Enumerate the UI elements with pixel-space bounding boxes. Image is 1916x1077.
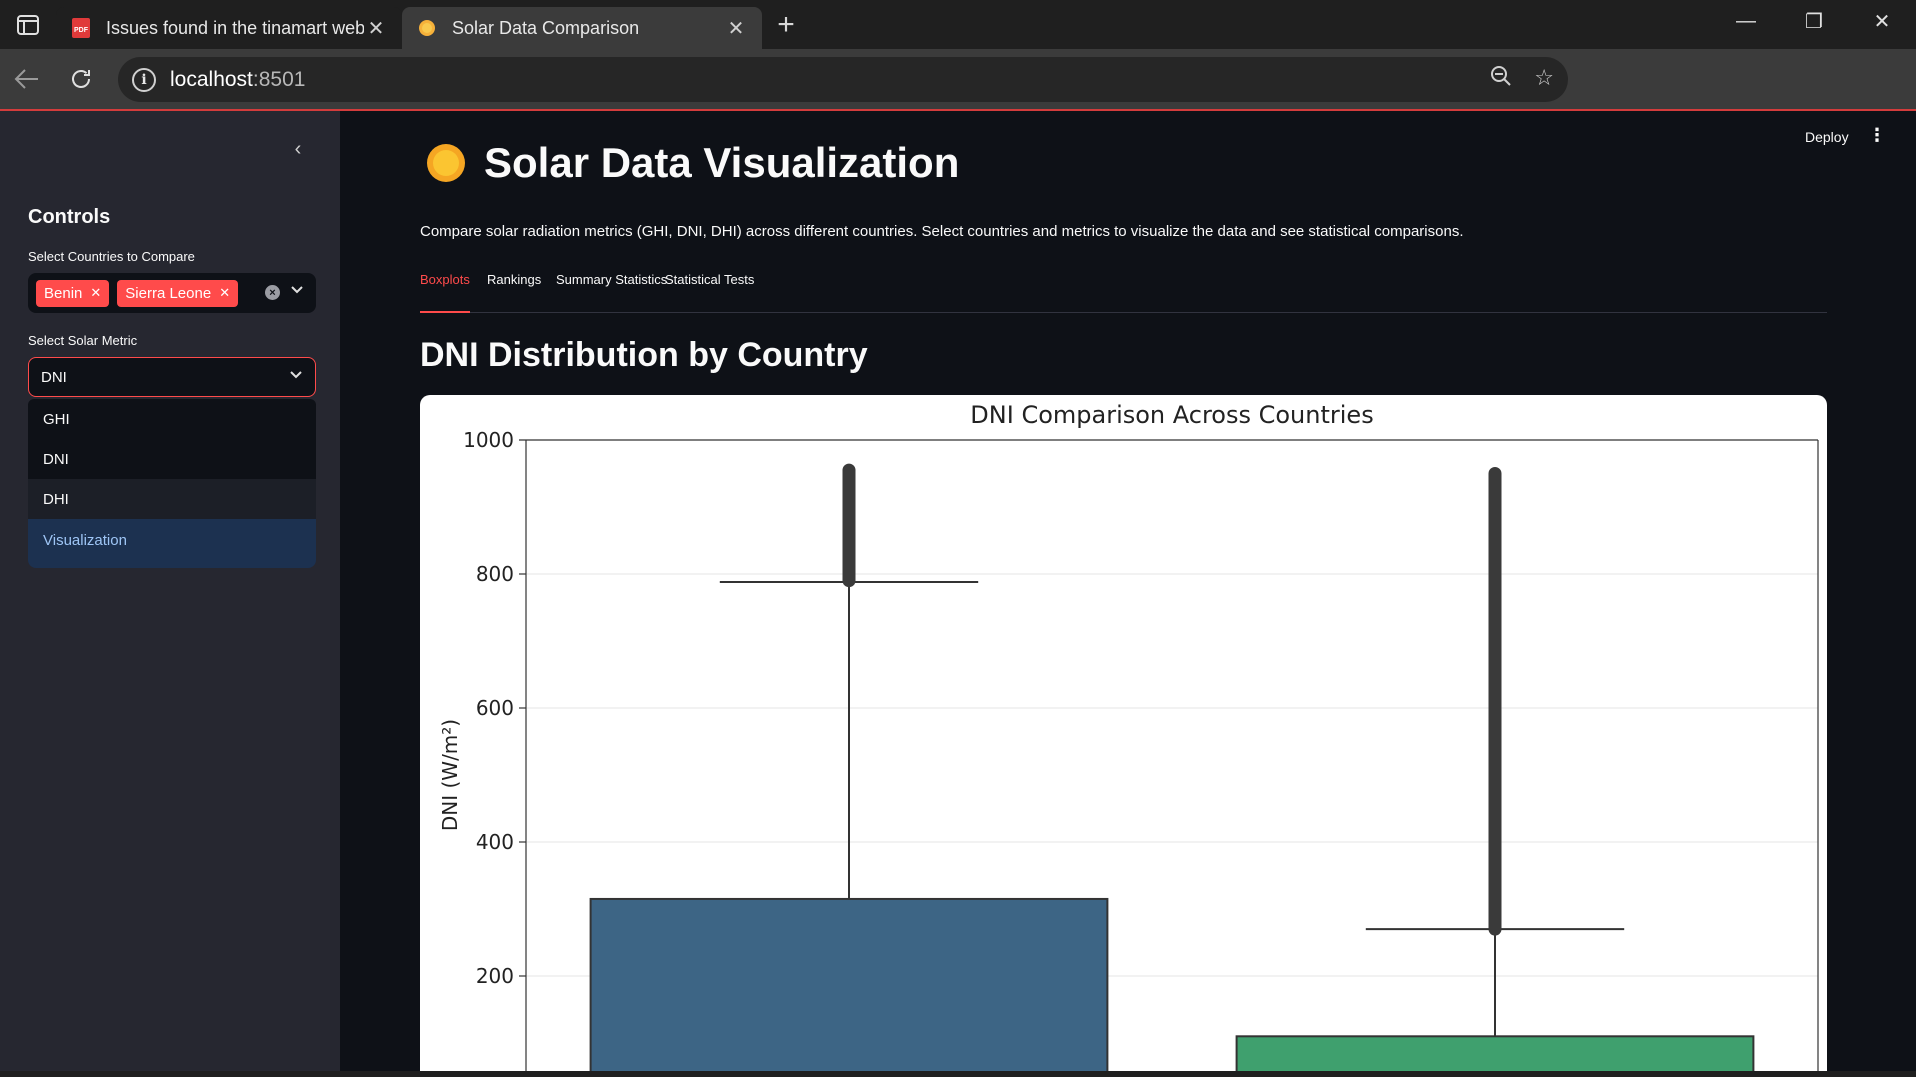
svg-text:PDF: PDF <box>74 27 89 34</box>
url-port: :8501 <box>252 67 306 91</box>
browser-tab-pdf[interactable]: PDF Issues found in the tinamart webs ✕ <box>56 7 402 49</box>
new-tab-button[interactable]: + <box>762 8 810 42</box>
chip-label: Benin <box>44 284 83 302</box>
page-title: Solar Data Visualization <box>484 139 960 186</box>
browser-tab-strip: PDF Issues found in the tinamart webs ✕ … <box>0 0 1916 49</box>
restore-icon[interactable]: ❐ <box>1780 0 1848 42</box>
boxplot-chart: 200 400 600 800 1000 DNI Comparison Across Co… <box>438 401 1819 1077</box>
dropdown-option-ghi[interactable]: GHI <box>28 399 316 439</box>
chevron-down-icon[interactable] <box>289 368 303 385</box>
y-tick-label: 600 <box>476 696 514 720</box>
tab-actions-icon[interactable] <box>0 0 56 49</box>
window-bottom-edge <box>0 1071 1916 1077</box>
page-description: Compare solar radiation metrics (GHI, DN… <box>420 223 1464 240</box>
country-chip[interactable]: Sierra Leone ✕ <box>117 279 239 307</box>
metric-dropdown-menu: GHI DNI DHI <box>28 399 316 519</box>
tab-rankings[interactable]: Rankings <box>487 269 541 313</box>
boxplot-figure: 200 400 600 800 1000 DNI Comparison Across Co… <box>420 395 1827 1077</box>
sun-emoji-icon <box>427 144 465 182</box>
remove-chip-icon[interactable]: ✕ <box>90 285 101 301</box>
minimize-icon[interactable]: — <box>1712 0 1780 42</box>
info-alert-text: Visualization <box>43 532 127 549</box>
tab-statistical-tests[interactable]: Statistical Tests <box>665 269 754 313</box>
y-tick-label: 400 <box>476 830 514 854</box>
window-controls: — ❐ ✕ <box>1712 0 1916 42</box>
address-toolbar: i localhost:8501 ☆ ✩ ··· <box>0 49 1916 144</box>
tab-title: Issues found in the tinamart webs <box>106 17 364 38</box>
dropdown-option-dhi[interactable]: DHI <box>28 479 316 519</box>
tab-summary-statistics[interactable]: Summary Statistics <box>556 269 667 313</box>
country-chip[interactable]: Benin ✕ <box>36 279 110 307</box>
countries-multiselect[interactable]: Benin ✕ Sierra Leone ✕ × <box>28 273 316 313</box>
y-axis-label: DNI (W/m²) <box>438 719 462 831</box>
favorite-star-icon[interactable]: ☆ <box>1534 65 1554 93</box>
tab-boxplots[interactable]: Boxplots <box>420 269 470 313</box>
section-title: DNI Distribution by Country <box>420 336 868 374</box>
countries-label: Select Countries to Compare <box>28 249 195 264</box>
chip-label: Sierra Leone <box>125 284 212 302</box>
tab-title: Solar Data Comparison <box>452 17 640 38</box>
deploy-button[interactable]: Deploy <box>1805 129 1849 145</box>
tab-bar: Boxplots Rankings Summary Statistics Sta… <box>420 269 1827 313</box>
collapse-sidebar-icon[interactable]: ‹ <box>286 137 310 161</box>
address-bar[interactable]: i localhost:8501 ☆ <box>118 57 1568 102</box>
y-tick-label: 200 <box>476 964 514 988</box>
close-tab-icon[interactable]: ✕ <box>724 16 748 41</box>
y-tick-label: 1000 <box>463 428 514 452</box>
chart-title: DNI Comparison Across Countries <box>970 401 1373 429</box>
metric-label: Select Solar Metric <box>28 333 138 348</box>
close-tab-icon[interactable]: ✕ <box>364 16 388 41</box>
chevron-down-icon[interactable] <box>290 283 304 300</box>
reload-icon[interactable] <box>54 52 108 106</box>
metric-select-value: DNI <box>41 368 67 386</box>
title-row: Solar Data Visualization <box>424 139 959 187</box>
pdf-icon: PDF <box>72 18 90 38</box>
close-window-icon[interactable]: ✕ <box>1848 0 1916 42</box>
dropdown-option-dni[interactable]: DNI <box>28 439 316 479</box>
metric-select[interactable]: DNI <box>28 357 316 397</box>
browser-tab-solar[interactable]: Solar Data Comparison ✕ <box>402 7 762 49</box>
clear-all-icon[interactable]: × <box>265 285 280 300</box>
main-content: Deploy ⋮ Solar Data Visualization Compar… <box>340 111 1916 1077</box>
app-page: ‹ Controls Select Countries to Compare B… <box>0 111 1916 1077</box>
remove-chip-icon[interactable]: ✕ <box>219 285 230 301</box>
site-info-icon[interactable]: i <box>132 67 156 92</box>
sidebar-heading: Controls <box>28 206 111 228</box>
sidebar: ‹ Controls Select Countries to Compare B… <box>0 111 340 1077</box>
sun-icon <box>419 20 435 36</box>
box <box>589 897 1109 1077</box>
back-icon[interactable] <box>0 52 54 106</box>
url-host: localhost <box>170 67 253 91</box>
main-menu-icon[interactable]: ⋮ <box>1868 125 1886 146</box>
zoom-out-icon[interactable] <box>1490 65 1512 93</box>
y-tick-label: 800 <box>476 562 514 586</box>
